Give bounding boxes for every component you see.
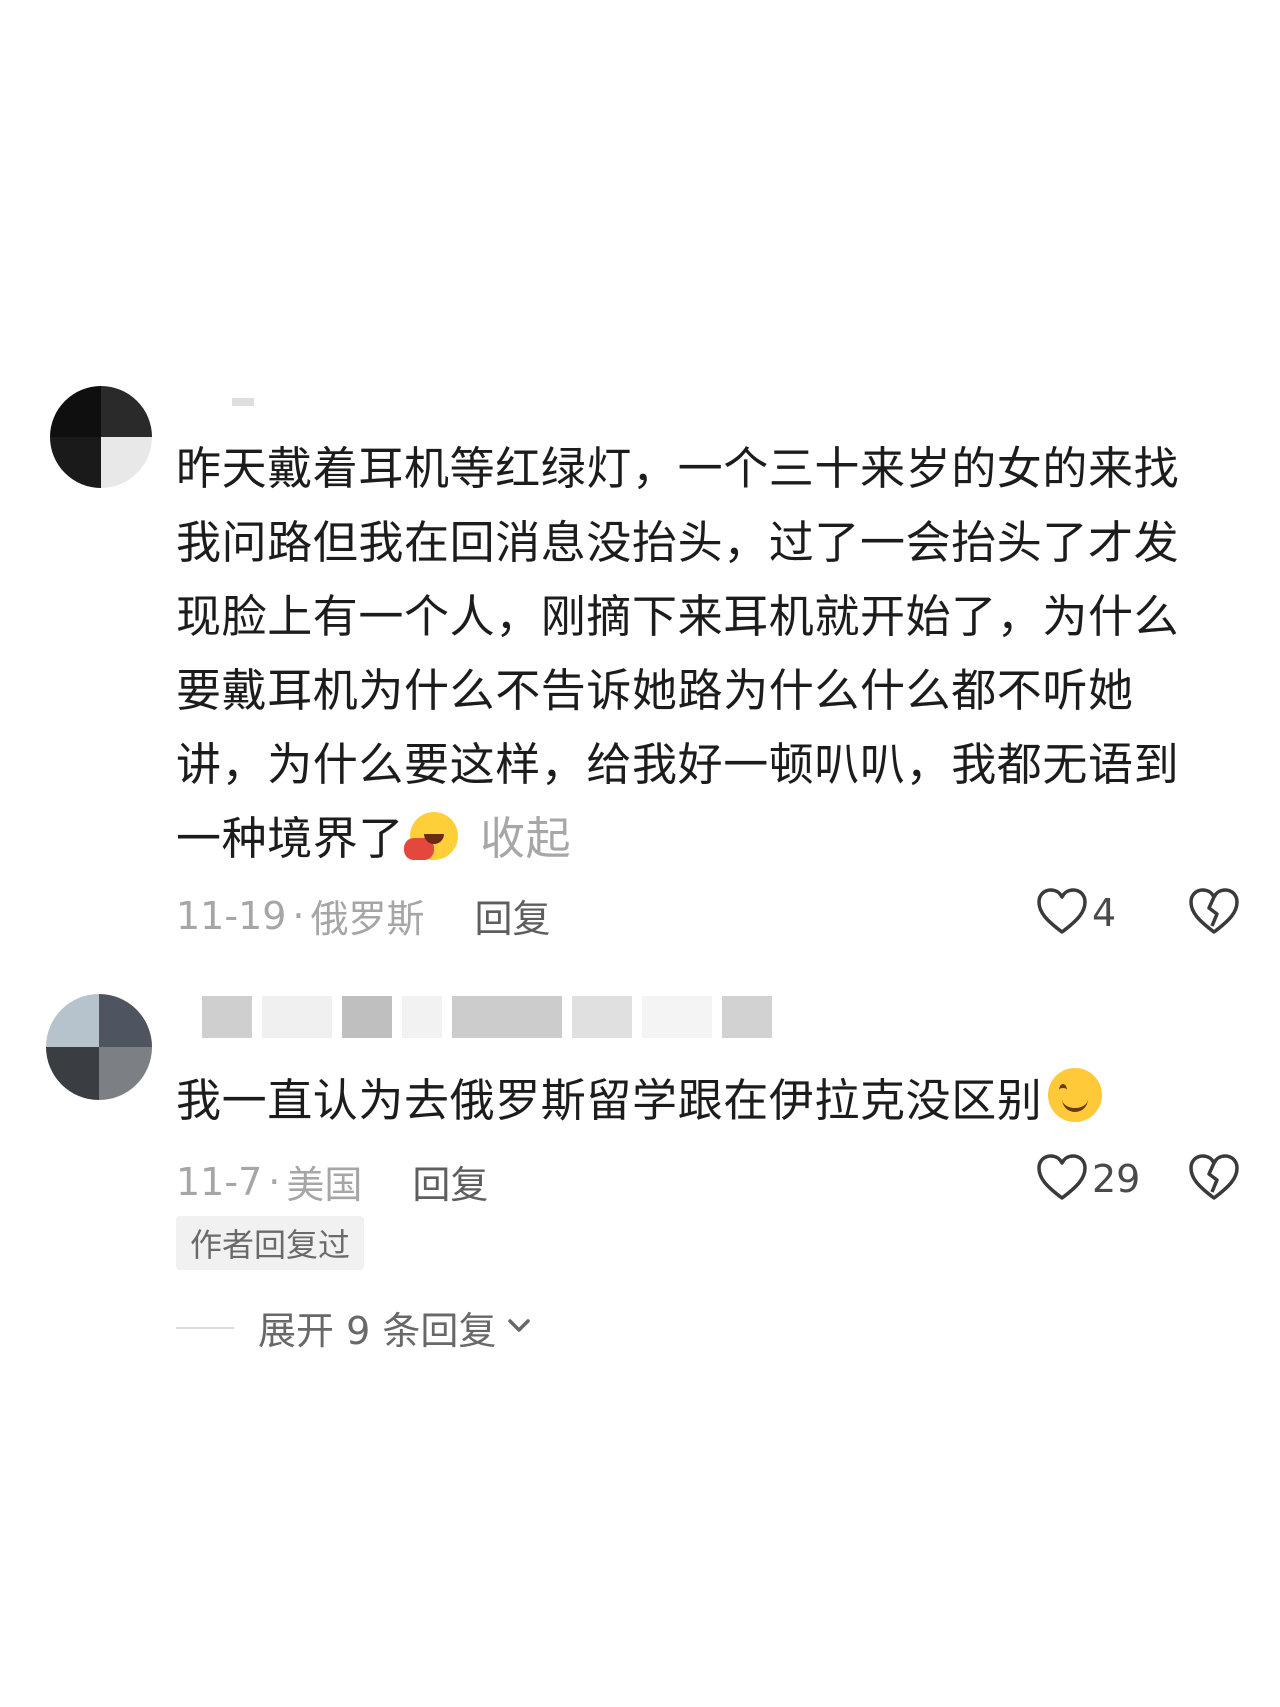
reply-button[interactable]: 回复 (412, 1154, 488, 1209)
broken-heart-icon[interactable] (1188, 1152, 1240, 1206)
avatar[interactable] (50, 386, 152, 488)
heart-outline-icon[interactable] (1036, 1152, 1088, 1206)
avatar[interactable] (46, 994, 152, 1100)
heart-outline-icon[interactable] (1036, 886, 1088, 940)
comment-text: 我一直认为去俄罗斯留学跟在伊拉克没区别 (176, 1064, 1216, 1138)
username-redacted[interactable] (232, 398, 254, 406)
comment-meta: 11-7 · 美国 回复 (176, 1154, 488, 1209)
like-count: 29 (1092, 1157, 1141, 1201)
smile-emoji-icon (1048, 1068, 1103, 1122)
collapse-button[interactable]: 收起 (480, 812, 571, 865)
reply-button[interactable]: 回复 (475, 888, 551, 943)
comment-location: 俄罗斯 (310, 897, 425, 941)
comment-text-content: 昨天戴着耳机等红绿灯，一个三十来岁的女的来找我问路但我在回消息没抬头，过了一会抬… (176, 442, 1180, 865)
expand-replies-button[interactable]: 展开 9 条回复 (176, 1300, 534, 1355)
laugh-emoji-icon (404, 812, 459, 860)
comment-location: 美国 (286, 1163, 363, 1207)
broken-heart-icon[interactable] (1188, 886, 1240, 940)
expand-replies-label[interactable]: 展开 9 条回复 (258, 1300, 496, 1355)
comment-text-content: 我一直认为去俄罗斯留学跟在伊拉克没区别 (176, 1074, 1043, 1127)
author-replied-badge: 作者回复过 (176, 1216, 365, 1270)
meta-separator: · (268, 1159, 281, 1204)
username-redacted[interactable] (202, 996, 772, 1038)
comment-actions: 29 (1036, 1152, 1240, 1206)
comment-date: 11-7 (176, 1159, 263, 1204)
chevron-down-icon[interactable] (504, 1306, 534, 1350)
comment-actions: 4 (1036, 886, 1240, 940)
meta-separator: · (292, 893, 305, 938)
like-count: 4 (1092, 891, 1117, 935)
comment-date: 11-19 (176, 893, 287, 938)
comment-meta: 11-19 · 俄罗斯 回复 (176, 888, 551, 943)
divider-line (176, 1326, 234, 1329)
comment-text: 昨天戴着耳机等红绿灯，一个三十来岁的女的来找我问路但我在回消息没抬头，过了一会抬… (176, 432, 1216, 876)
